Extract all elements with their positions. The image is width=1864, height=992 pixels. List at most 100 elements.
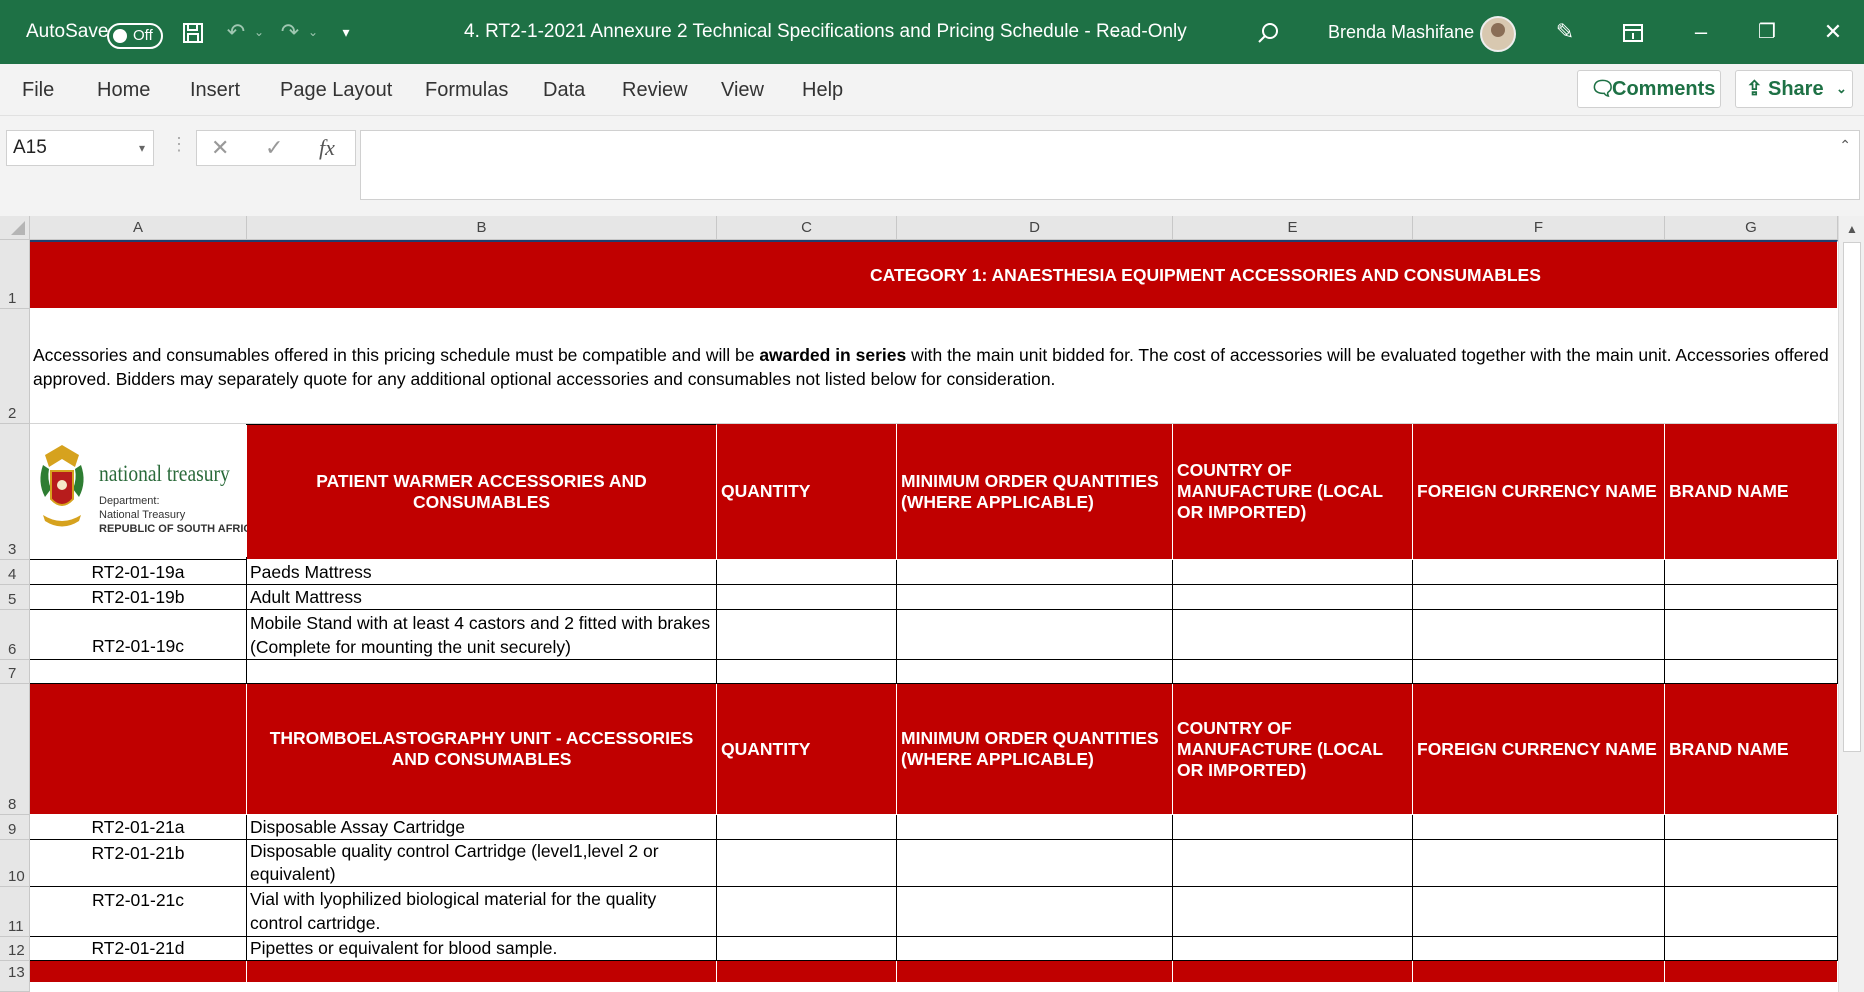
item-desc-cell[interactable]: Disposable Assay Cartridge [247, 815, 717, 840]
undo-dropdown-icon[interactable]: ⌄ [252, 0, 266, 64]
avatar[interactable] [1480, 16, 1516, 52]
share-button[interactable]: ⇪ Share ⌄ [1735, 70, 1853, 108]
redo-icon[interactable]: ↷ [276, 0, 304, 64]
currency-cell[interactable] [1413, 840, 1665, 887]
currency-cell[interactable] [1413, 585, 1665, 610]
scroll-up-icon[interactable]: ▲ [1846, 222, 1858, 236]
header3-cell[interactable] [897, 961, 1173, 983]
title-chevron-down-icon[interactable]: ⌄ [1106, 0, 1126, 64]
share-dropdown-icon[interactable]: ⌄ [1836, 71, 1847, 107]
brand-cell[interactable] [1665, 560, 1838, 585]
header1-country[interactable]: COUNTRY OF MANUFACTURE (LOCAL OR IMPORTE… [1173, 424, 1413, 560]
header1-quantity[interactable]: QUANTITY [717, 424, 897, 560]
name-box-dropdown-icon[interactable]: ▾ [139, 131, 145, 165]
category-banner[interactable]: CATEGORY 1: ANAESTHESIA EQUIPMENT ACCESS… [30, 240, 1838, 309]
header1-currency[interactable]: FOREIGN CURRENCY NAME [1413, 424, 1665, 560]
more-options-icon[interactable]: ⋮ [170, 134, 188, 155]
autosave-toggle[interactable]: Off [107, 23, 163, 49]
search-icon[interactable] [1252, 0, 1284, 64]
item-code-cell[interactable]: RT2-01-19a [30, 560, 247, 585]
item-desc-cell[interactable]: Adult Mattress [247, 585, 717, 610]
header3-cell[interactable] [1665, 961, 1838, 983]
enter-icon[interactable]: ✓ [265, 131, 283, 165]
brand-cell[interactable] [1665, 815, 1838, 840]
column-header-d[interactable]: D [897, 216, 1173, 240]
quantity-cell[interactable] [717, 937, 897, 961]
customize-toolbar-icon[interactable]: ▾ [336, 0, 356, 64]
row-header-9[interactable]: 9 [0, 815, 30, 840]
blank-cell[interactable] [897, 660, 1173, 684]
min-order-cell[interactable] [897, 937, 1173, 961]
country-cell[interactable] [1173, 610, 1413, 660]
close-icon[interactable]: ✕ [1816, 0, 1850, 64]
scrollbar-thumb[interactable] [1843, 242, 1861, 752]
tab-view[interactable]: View [721, 64, 764, 116]
tab-help[interactable]: Help [802, 64, 843, 116]
pen-icon[interactable]: ✎ [1548, 0, 1582, 64]
tab-file[interactable]: File [22, 64, 54, 116]
header2-description[interactable]: THROMBOELASTOGRAPHY UNIT - ACCESSORIES A… [247, 684, 717, 815]
cancel-icon[interactable]: ✕ [211, 131, 229, 165]
item-code-cell[interactable]: RT2-01-21d [30, 937, 247, 961]
min-order-cell[interactable] [897, 585, 1173, 610]
quantity-cell[interactable] [717, 887, 897, 937]
quantity-cell[interactable] [717, 840, 897, 887]
min-order-cell[interactable] [897, 815, 1173, 840]
tab-data[interactable]: Data [543, 64, 585, 116]
insert-function-icon[interactable]: fx [319, 131, 335, 165]
name-box[interactable]: A15 ▾ [6, 130, 154, 166]
quantity-cell[interactable] [717, 815, 897, 840]
expand-formula-bar-icon[interactable]: ⌃ [1839, 137, 1851, 154]
header2-code[interactable] [30, 684, 247, 815]
row-header-2[interactable]: 2 [0, 309, 30, 424]
header3-cell[interactable] [1173, 961, 1413, 983]
quantity-cell[interactable] [717, 610, 897, 660]
brand-cell[interactable] [1665, 610, 1838, 660]
header1-brand[interactable]: BRAND NAME [1665, 424, 1838, 560]
ribbon-display-icon[interactable] [1616, 0, 1650, 64]
formula-input[interactable]: ⌃ [360, 130, 1860, 200]
country-cell[interactable] [1173, 585, 1413, 610]
blank-cell[interactable] [30, 660, 247, 684]
header1-description[interactable]: PATIENT WARMER ACCESSORIES AND CONSUMABL… [247, 424, 717, 560]
blank-cell[interactable] [247, 660, 717, 684]
item-desc-cell[interactable]: Disposable quality control Cartridge (le… [247, 840, 717, 887]
header2-country[interactable]: COUNTRY OF MANUFACTURE (LOCAL OR IMPORTE… [1173, 684, 1413, 815]
min-order-cell[interactable] [897, 840, 1173, 887]
next-row-cell[interactable] [30, 983, 1838, 992]
country-cell[interactable] [1173, 937, 1413, 961]
row-header-10[interactable]: 10 [0, 840, 30, 887]
column-header-f[interactable]: F [1413, 216, 1665, 240]
blank-cell[interactable] [717, 660, 897, 684]
header3-cell[interactable] [717, 961, 897, 983]
row-header-7[interactable]: 7 [0, 660, 30, 684]
item-code-cell[interactable]: RT2-01-21a [30, 815, 247, 840]
blank-cell[interactable] [1665, 660, 1838, 684]
restore-icon[interactable]: ❐ [1750, 0, 1784, 64]
country-cell[interactable] [1173, 840, 1413, 887]
header2-brand[interactable]: BRAND NAME [1665, 684, 1838, 815]
currency-cell[interactable] [1413, 610, 1665, 660]
item-code-cell[interactable]: RT2-01-21c [30, 887, 247, 937]
currency-cell[interactable] [1413, 937, 1665, 961]
country-cell[interactable] [1173, 560, 1413, 585]
redo-dropdown-icon[interactable]: ⌄ [306, 0, 320, 64]
header3-cell[interactable] [1413, 961, 1665, 983]
header3-cell[interactable] [30, 961, 247, 983]
column-header-a[interactable]: A [30, 216, 247, 240]
header2-quantity[interactable]: QUANTITY [717, 684, 897, 815]
row-header-6[interactable]: 6 [0, 610, 30, 660]
tab-formulas[interactable]: Formulas [425, 64, 508, 116]
save-icon[interactable] [178, 0, 208, 64]
column-header-c[interactable]: C [717, 216, 897, 240]
row-header-8[interactable]: 8 [0, 684, 30, 815]
window-title[interactable]: 4. RT2-1-2021 Annexure 2 Technical Speci… [464, 0, 1187, 64]
min-order-cell[interactable] [897, 610, 1173, 660]
vertical-scrollbar[interactable]: ▲ [1838, 216, 1864, 992]
quantity-cell[interactable] [717, 585, 897, 610]
header2-min-order[interactable]: MINIMUM ORDER QUANTITIES (WHERE APPLICAB… [897, 684, 1173, 815]
column-header-e[interactable]: E [1173, 216, 1413, 240]
header2-currency[interactable]: FOREIGN CURRENCY NAME [1413, 684, 1665, 815]
row-header-11[interactable]: 11 [0, 887, 30, 937]
item-desc-cell[interactable]: Pipettes or equivalent for blood sample. [247, 937, 717, 961]
